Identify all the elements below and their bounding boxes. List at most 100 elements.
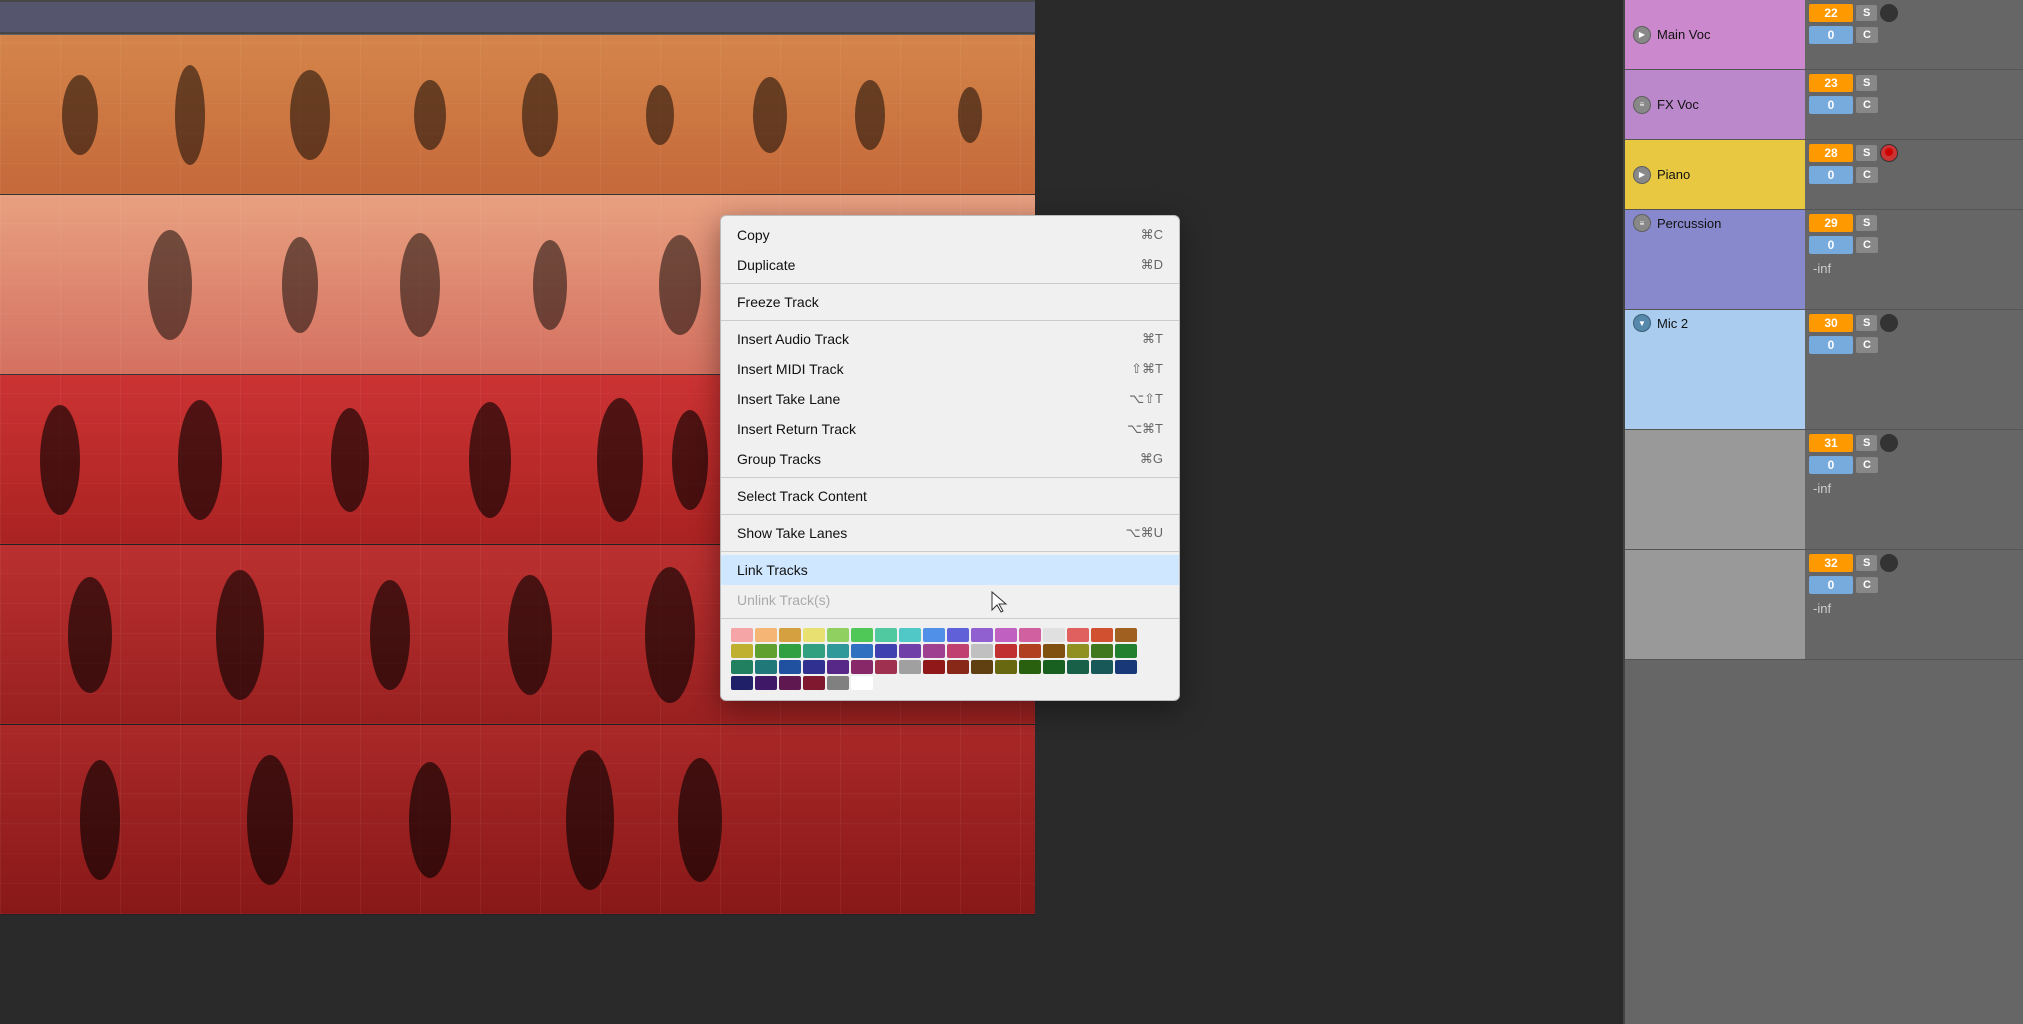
color-swatch[interactable] [1043, 644, 1065, 658]
channel-btn-main-voc[interactable]: C [1856, 27, 1878, 43]
color-swatch[interactable] [779, 628, 801, 642]
solo-btn-piano[interactable]: S [1856, 145, 1877, 161]
color-swatch[interactable] [851, 628, 873, 642]
color-swatch[interactable] [803, 660, 825, 674]
arm-btn-mic2[interactable] [1880, 314, 1898, 332]
track-name-area-fx-voc[interactable]: ≡ FX Voc [1625, 70, 1805, 139]
color-swatch[interactable] [851, 676, 873, 690]
track-name-area-main-voc[interactable]: ▶ Main Voc [1625, 0, 1805, 69]
solo-btn-main-voc[interactable]: S [1856, 5, 1877, 21]
solo-btn-31[interactable]: S [1856, 435, 1877, 451]
color-swatch[interactable] [971, 628, 993, 642]
color-swatch[interactable] [1043, 628, 1065, 642]
color-swatch[interactable] [851, 644, 873, 658]
color-swatch[interactable] [971, 644, 993, 658]
track-region-1[interactable] [0, 35, 1035, 195]
channel-btn-percussion[interactable]: C [1856, 237, 1878, 253]
color-swatch[interactable] [1019, 644, 1041, 658]
color-swatch[interactable] [1067, 660, 1089, 674]
arm-btn-piano[interactable] [1880, 144, 1898, 162]
color-swatch[interactable] [779, 660, 801, 674]
color-swatch[interactable] [755, 644, 777, 658]
track-region-5[interactable] [0, 725, 1035, 915]
color-swatch[interactable] [1115, 644, 1137, 658]
color-swatch[interactable] [995, 644, 1017, 658]
color-swatch[interactable] [995, 628, 1017, 642]
channel-btn-piano[interactable]: C [1856, 167, 1878, 183]
solo-btn-mic2[interactable]: S [1856, 315, 1877, 331]
color-swatch[interactable] [779, 676, 801, 690]
menu-item-copy[interactable]: Copy ⌘C [721, 220, 1179, 250]
color-swatch[interactable] [947, 644, 969, 658]
color-swatch[interactable] [827, 644, 849, 658]
channel-btn-32[interactable]: C [1856, 577, 1878, 593]
color-swatch[interactable] [827, 660, 849, 674]
solo-btn-percussion[interactable]: S [1856, 215, 1877, 231]
track-name-area-31[interactable] [1625, 430, 1805, 549]
color-swatch[interactable] [731, 660, 753, 674]
menu-item-freeze[interactable]: Freeze Track [721, 287, 1179, 317]
arm-btn-32[interactable] [1880, 554, 1898, 572]
color-swatch[interactable] [1091, 644, 1113, 658]
channel-btn-31[interactable]: C [1856, 457, 1878, 473]
color-swatch[interactable] [827, 628, 849, 642]
color-swatch[interactable] [1115, 628, 1137, 642]
arm-btn-main-voc[interactable] [1880, 4, 1898, 22]
menu-item-insert-return[interactable]: Insert Return Track ⌥⌘T [721, 414, 1179, 444]
color-swatch[interactable] [755, 660, 777, 674]
menu-item-insert-audio[interactable]: Insert Audio Track ⌘T [721, 324, 1179, 354]
menu-item-show-take-lanes[interactable]: Show Take Lanes ⌥⌘U [721, 518, 1179, 548]
color-swatch[interactable] [851, 660, 873, 674]
channel-btn-fx-voc[interactable]: C [1856, 97, 1878, 113]
channel-btn-mic2[interactable]: C [1856, 337, 1878, 353]
solo-btn-32[interactable]: S [1856, 555, 1877, 571]
menu-item-unlink-tracks[interactable]: Unlink Track(s) [721, 585, 1179, 615]
color-swatch[interactable] [875, 628, 897, 642]
color-swatch[interactable] [899, 628, 921, 642]
color-swatch[interactable] [899, 644, 921, 658]
track-name-area-percussion[interactable]: ≡ Percussion [1625, 210, 1805, 309]
color-swatch[interactable] [875, 660, 897, 674]
color-swatch[interactable] [1067, 628, 1089, 642]
color-swatch[interactable] [971, 660, 993, 674]
color-swatch[interactable] [803, 628, 825, 642]
menu-item-select-content[interactable]: Select Track Content [721, 481, 1179, 511]
track-controls-main-voc: 22 S 0 C [1805, 0, 2023, 69]
menu-item-link-tracks[interactable]: Link Tracks [721, 555, 1179, 585]
color-swatch[interactable] [1043, 660, 1065, 674]
color-swatch[interactable] [731, 676, 753, 690]
color-swatch[interactable] [1019, 628, 1041, 642]
track-name-area-piano[interactable]: ▶ Piano [1625, 140, 1805, 209]
arm-btn-31[interactable] [1880, 434, 1898, 452]
color-swatch[interactable] [731, 644, 753, 658]
menu-item-duplicate[interactable]: Duplicate ⌘D [721, 250, 1179, 280]
color-swatch[interactable] [755, 628, 777, 642]
color-swatch[interactable] [1115, 660, 1137, 674]
color-swatch[interactable] [875, 644, 897, 658]
color-swatch[interactable] [899, 660, 921, 674]
menu-item-insert-midi[interactable]: Insert MIDI Track ⇧⌘T [721, 354, 1179, 384]
color-swatch[interactable] [803, 676, 825, 690]
track-name-area-mic2[interactable]: ▼ Mic 2 [1625, 310, 1805, 429]
color-swatch[interactable] [731, 628, 753, 642]
track-header-32: 32 S 0 C -inf [1625, 550, 2023, 660]
track-vol-piano: 0 [1809, 166, 1853, 184]
color-swatch[interactable] [1091, 628, 1113, 642]
color-swatch[interactable] [947, 628, 969, 642]
color-swatch[interactable] [923, 628, 945, 642]
color-swatch[interactable] [1019, 660, 1041, 674]
menu-item-insert-take[interactable]: Insert Take Lane ⌥⇧T [721, 384, 1179, 414]
color-swatch[interactable] [923, 644, 945, 658]
color-swatch[interactable] [827, 676, 849, 690]
color-swatch[interactable] [947, 660, 969, 674]
track-name-area-32[interactable] [1625, 550, 1805, 659]
color-swatch[interactable] [755, 676, 777, 690]
color-swatch[interactable] [1067, 644, 1089, 658]
color-swatch[interactable] [923, 660, 945, 674]
color-swatch[interactable] [803, 644, 825, 658]
solo-btn-fx-voc[interactable]: S [1856, 75, 1877, 91]
color-swatch[interactable] [779, 644, 801, 658]
menu-item-group-tracks[interactable]: Group Tracks ⌘G [721, 444, 1179, 474]
color-swatch[interactable] [1091, 660, 1113, 674]
color-swatch[interactable] [995, 660, 1017, 674]
